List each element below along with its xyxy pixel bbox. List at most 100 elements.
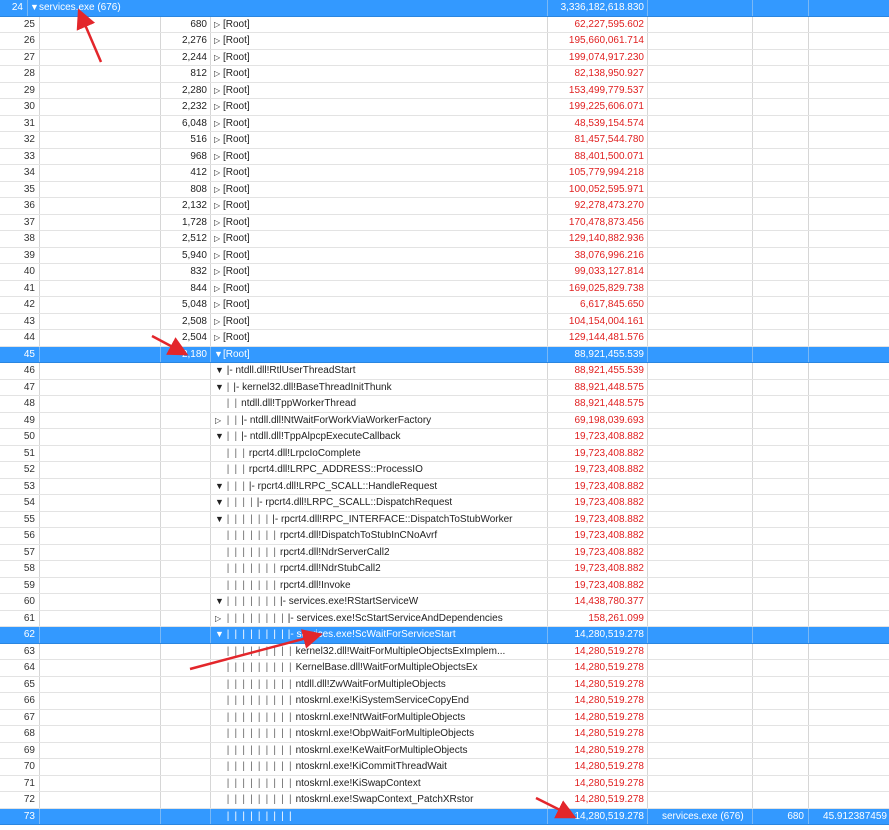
table-row[interactable]: 71 | | | | | | | | | ntoskrnl.exe!KiSwap… — [0, 775, 889, 792]
table-row[interactable]: 33 968 ▷ [Root] 88,401,500.071 — [0, 148, 889, 165]
table-row[interactable]: 63 | | | | | | | | | kernel32.dll!WaitFo… — [0, 643, 889, 660]
table-row[interactable]: 38 2,512 ▷ [Root] 129,140,882.936 — [0, 231, 889, 248]
triangle-down-icon[interactable]: ▼ — [215, 512, 224, 528]
stack-frame-label: |- kernel32.dll!BaseThreadInitThunk — [233, 381, 392, 393]
percent-cell — [809, 165, 889, 181]
table-row[interactable]: 69 | | | | | | | | | ntoskrnl.exe!KeWait… — [0, 742, 889, 759]
triangle-down-icon[interactable]: ▼ — [215, 479, 224, 495]
stack-frame-label: ntoskrnl.exe!KiSystemServiceCopyEnd — [295, 695, 469, 706]
table-row[interactable]: 28 812 ▷ [Root] 82,138,950.927 — [0, 66, 889, 83]
table-row[interactable]: 58 | | | | | | | rpcrt4.dll!NdrStubCall2… — [0, 561, 889, 578]
table-row[interactable]: 59 | | | | | | | rpcrt4.dll!Invoke 19,723… — [0, 577, 889, 594]
table-row[interactable]: 60 ▼ | | | | | | | |- services.exe!RStart… — [0, 594, 889, 611]
triangle-down-icon[interactable]: ▼ — [215, 594, 224, 610]
table-row[interactable]: 44 2,504 ▷ [Root] 129,144,481.576 — [0, 330, 889, 347]
table-row[interactable]: 41 844 ▷ [Root] 169,025,829.738 — [0, 280, 889, 297]
table-row[interactable]: 68 | | | | | | | | | ntoskrnl.exe!ObpWai… — [0, 726, 889, 743]
table-row[interactable]: 57 | | | | | | | rpcrt4.dll!NdrServerCal… — [0, 544, 889, 561]
percent-cell — [809, 264, 889, 280]
thread-id-cell — [753, 99, 809, 115]
table-row[interactable]: 70 | | | | | | | | | ntoskrnl.exe!KiComm… — [0, 759, 889, 776]
stack-cell: ▼ | | | | | | | | |- services.exe!ScWait… — [211, 627, 548, 643]
blank-cell — [40, 808, 161, 824]
triangle-right-icon[interactable]: ▷ — [214, 314, 223, 330]
table-row[interactable]: 45 2,180 ▼[Root] 88,921,455.539 — [0, 346, 889, 363]
stack-cell: ▷ | | |- ntdll.dll!NtWaitForWorkViaWorke… — [211, 412, 548, 429]
table-row[interactable]: 50 ▼ | | |- ntdll.dll!TppAlpcpExecuteCall… — [0, 429, 889, 446]
table-row[interactable]: 64 | | | | | | | | | KernelBase.dll!Wait… — [0, 660, 889, 677]
table-row[interactable]: 51 | | | rpcrt4.dll!LrpcIoComplete 19,723… — [0, 445, 889, 462]
triangle-right-icon[interactable]: ▷ — [214, 116, 223, 132]
table-row[interactable]: 67 | | | | | | | | | ntoskrnl.exe!NtWait… — [0, 709, 889, 726]
pid-cell — [161, 478, 211, 494]
table-row[interactable]: 72 | | | | | | | | | ntoskrnl.exe!SwapCo… — [0, 792, 889, 809]
line-number: 27 — [0, 49, 40, 65]
table-row[interactable]: 26 2,276 ▷ [Root] 195,660,061.714 — [0, 33, 889, 50]
triangle-down-icon[interactable]: ▼ — [215, 380, 224, 396]
table-row[interactable]: 32 516 ▷ [Root] 81,457,544.780 — [0, 132, 889, 149]
table-row[interactable]: 66 | | | | | | | | | ntoskrnl.exe!KiSyst… — [0, 693, 889, 710]
table-row[interactable]: 37 1,728 ▷ [Root] 170,478,873.456 — [0, 214, 889, 231]
triangle-down-icon[interactable]: ▼ — [215, 363, 224, 379]
table-row[interactable]: 36 2,132 ▷ [Root] 92,278,473.270 — [0, 198, 889, 215]
table-row[interactable]: 27 2,244 ▷ [Root] 199,074,917.230 — [0, 49, 889, 66]
stack-cell: | | | rpcrt4.dll!LrpcIoComplete — [211, 445, 548, 461]
table-row[interactable]: 29 2,280 ▷ [Root] 153,499,779.537 — [0, 82, 889, 99]
table-row[interactable]: 62 ▼ | | | | | | | | |- services.exe!ScWa… — [0, 627, 889, 644]
table-row[interactable]: 61 ▷ | | | | | | | | |- services.exe!ScSt… — [0, 610, 889, 627]
triangle-down-icon[interactable]: ▼ — [214, 347, 223, 363]
table-row[interactable]: 30 2,232 ▷ [Root] 199,225,606.071 — [0, 99, 889, 116]
table-row[interactable]: 56 | | | | | | | rpcrt4.dll!DispatchToSt… — [0, 528, 889, 545]
triangle-right-icon[interactable]: ▷ — [214, 330, 223, 346]
table-row[interactable]: 46 ▼ |- ntdll.dll!RtlUserThreadStart 88,92… — [0, 363, 889, 380]
triangle-down-icon[interactable]: ▼ — [215, 627, 224, 643]
triangle-right-icon[interactable]: ▷ — [214, 132, 223, 148]
line-number: 70 — [0, 759, 40, 775]
table-row[interactable]: 65 | | | | | | | | | ntdll.dll!ZwWaitFor… — [0, 676, 889, 693]
table-row[interactable]: 54 ▼ | | | | |- rpcrt4.dll!LRPC_SCALL::Di… — [0, 495, 889, 512]
triangle-right-icon[interactable]: ▷ — [214, 264, 223, 280]
triangle-right-icon[interactable]: ▷ — [214, 248, 223, 264]
pid-cell — [161, 379, 211, 395]
table-row[interactable]: 48 | | ntdll.dll!TppWorkerThread 88,921,4… — [0, 396, 889, 413]
triangle-right-icon[interactable]: ▷ — [214, 149, 223, 165]
table-row[interactable]: 55 ▼ | | | | | | |- rpcrt4.dll!RPC_INTERF… — [0, 511, 889, 528]
table-row[interactable]: 25 680 ▷ [Root] 62,227,595.602 — [0, 16, 889, 33]
triangle-right-icon[interactable]: ▷ — [214, 83, 223, 99]
table-row[interactable]: 40 832 ▷ [Root] 99,033,127.814 — [0, 264, 889, 281]
triangle-right-icon[interactable]: ▷ — [214, 33, 223, 49]
table-row[interactable]: 35 808 ▷ [Root] 100,052,595.971 — [0, 181, 889, 198]
table-row[interactable]: 34 412 ▷ [Root] 105,779,994.218 — [0, 165, 889, 182]
triangle-right-icon[interactable]: ▷ — [214, 198, 223, 214]
line-number: 61 — [0, 610, 40, 626]
triangle-right-icon[interactable]: ▷ — [214, 50, 223, 66]
triangle-right-icon[interactable]: ▷ — [214, 165, 223, 181]
triangle-down-icon[interactable]: ▼ — [215, 429, 224, 445]
triangle-right-icon[interactable]: ▷ — [215, 611, 224, 627]
triangle-down-icon[interactable]: ▼ — [215, 495, 224, 511]
triangle-right-icon[interactable]: ▷ — [214, 66, 223, 82]
triangle-right-icon[interactable]: ▷ — [215, 413, 224, 429]
triangle-right-icon[interactable]: ▷ — [214, 281, 223, 297]
table-row[interactable]: 52 | | | rpcrt4.dll!LRPC_ADDRESS::Proces… — [0, 462, 889, 479]
triangle-right-icon[interactable]: ▷ — [214, 182, 223, 198]
table-row[interactable]: 42 5,048 ▷ [Root] 6,617,845.650 — [0, 297, 889, 314]
triangle-down-icon[interactable]: ▼ — [30, 0, 39, 16]
table-row[interactable]: 53 ▼ | | | |- rpcrt4.dll!LRPC_SCALL::Hand… — [0, 478, 889, 495]
table-row[interactable]: 31 6,048 ▷ [Root] 48,539,154.574 — [0, 115, 889, 132]
triangle-right-icon[interactable]: ▷ — [214, 17, 223, 33]
triangle-right-icon[interactable]: ▷ — [214, 99, 223, 115]
triangle-right-icon[interactable]: ▷ — [214, 215, 223, 231]
thread-id-cell — [753, 660, 809, 676]
table-row[interactable]: 24 ▼services.exe (676) 3,336,182,618.830 — [0, 0, 889, 17]
table-row[interactable]: 73 | | | | | | | | | 14,280,519.278 servi… — [0, 808, 889, 825]
table-row[interactable]: 49 ▷ | | |- ntdll.dll!NtWaitForWorkViaWor… — [0, 412, 889, 429]
table-row[interactable]: 39 5,940 ▷ [Root] 38,076,996.216 — [0, 247, 889, 264]
blank-cell — [40, 544, 161, 560]
line-number: 28 — [0, 66, 40, 82]
blank-cell — [40, 495, 161, 511]
table-row[interactable]: 47 ▼ | |- kernel32.dll!BaseThreadInitThun… — [0, 379, 889, 396]
triangle-right-icon[interactable]: ▷ — [214, 297, 223, 313]
table-row[interactable]: 43 2,508 ▷ [Root] 104,154,004.161 — [0, 313, 889, 330]
triangle-right-icon[interactable]: ▷ — [214, 231, 223, 247]
